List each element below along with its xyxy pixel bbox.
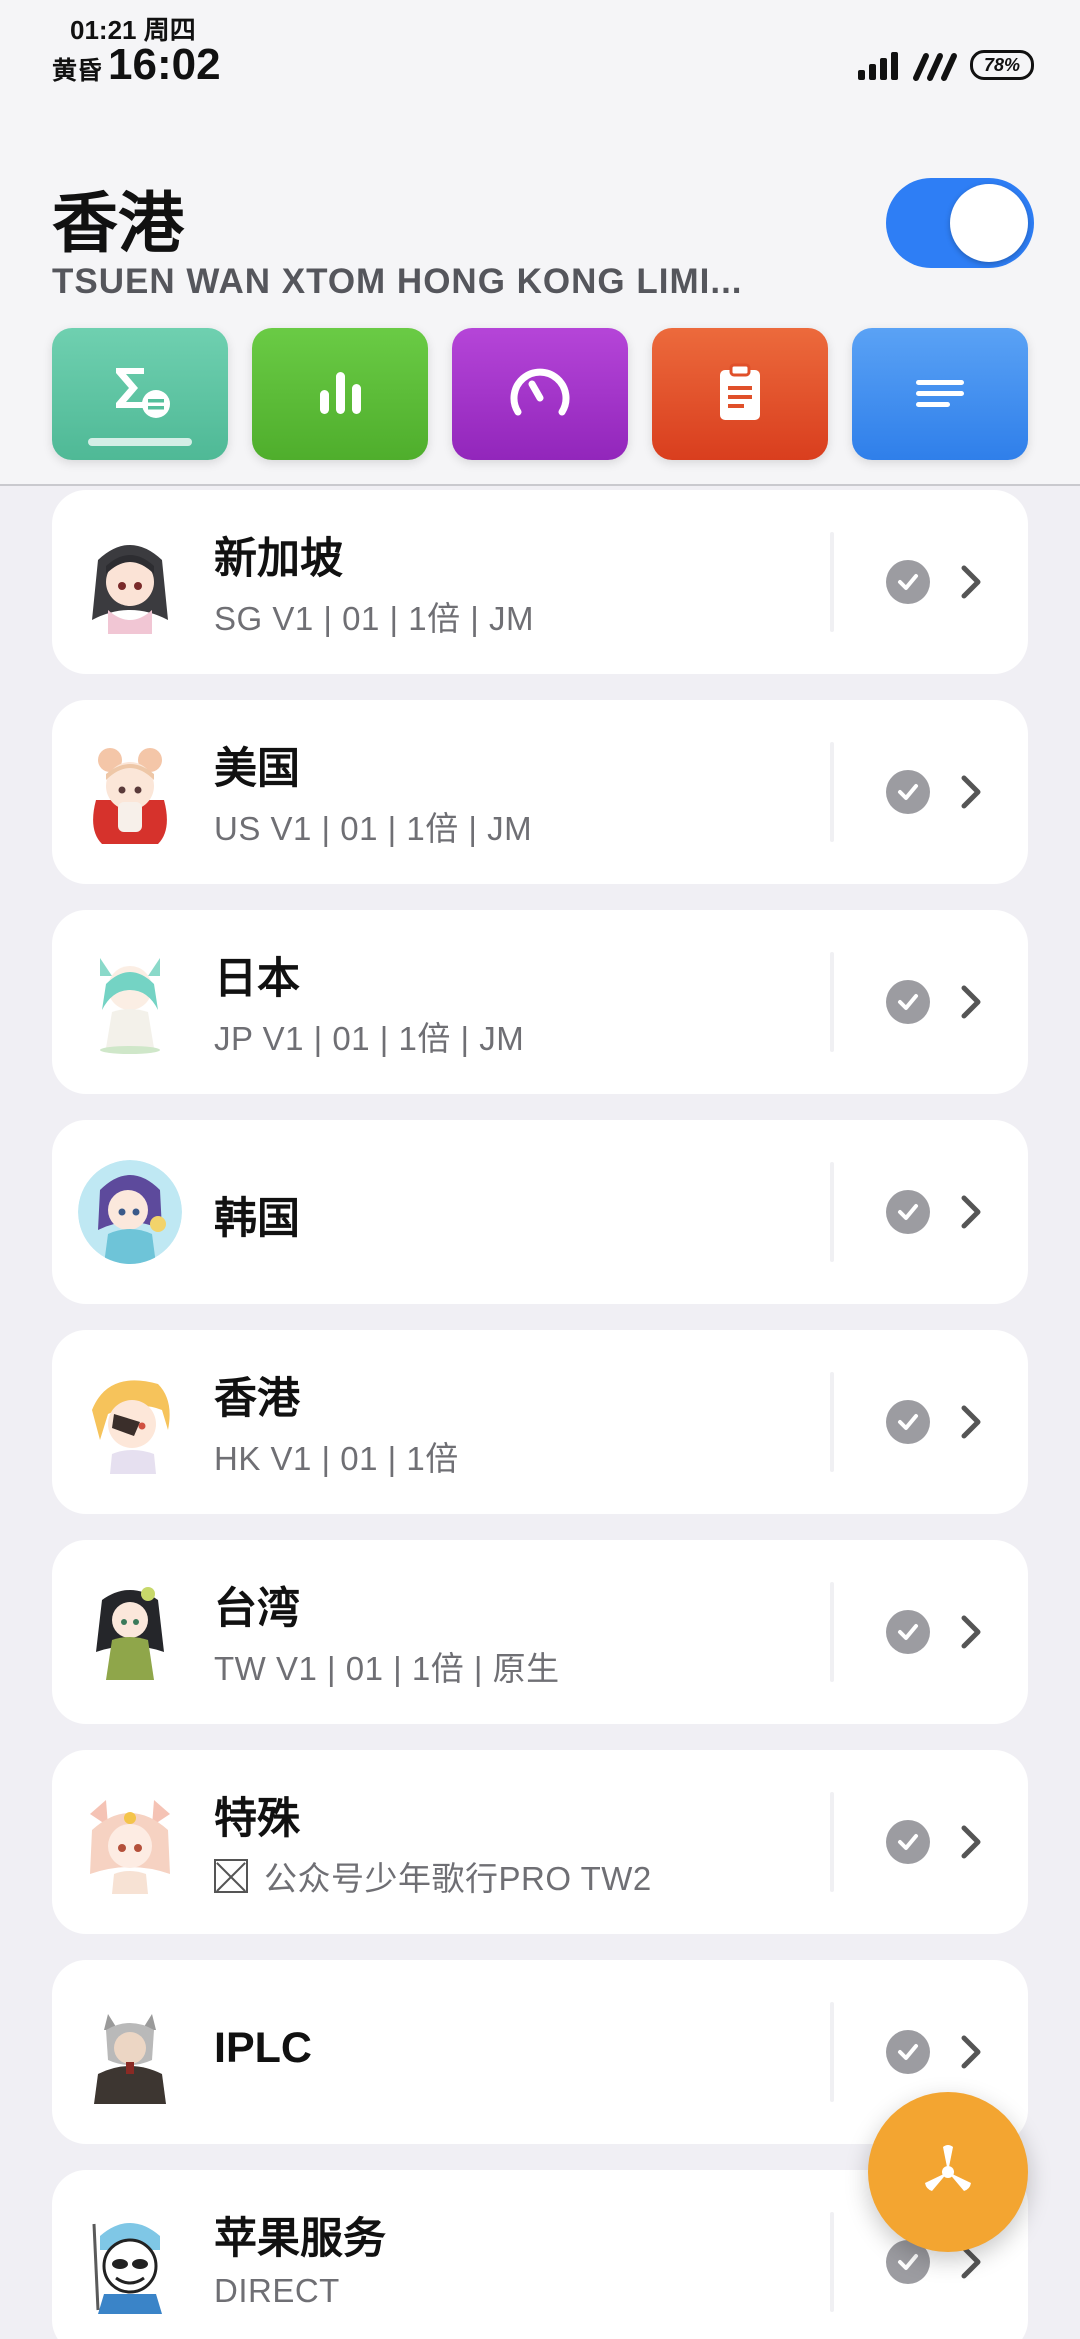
group-title: 韩国 (214, 1195, 300, 1243)
chevron-right-icon[interactable] (956, 980, 986, 1024)
cellular-signal-icon (858, 50, 898, 80)
chevron-right-icon[interactable] (956, 1400, 986, 1444)
group-title: 香港 (214, 1375, 300, 1423)
checkmark-icon[interactable] (886, 560, 930, 604)
avatar (78, 950, 182, 1054)
avatar (78, 1370, 182, 1474)
status-time-row: 黄昏 16:02 (52, 40, 221, 90)
checkmark-icon[interactable] (886, 1610, 930, 1654)
chevron-right-icon[interactable] (956, 2030, 986, 2074)
group-title: 特殊 (214, 1795, 300, 1843)
page-title: 香港 (52, 186, 184, 260)
checkmark-icon[interactable] (886, 770, 930, 814)
avatar (78, 2000, 182, 2104)
chevron-right-icon[interactable] (956, 1820, 986, 1864)
divider (830, 1372, 834, 1472)
group-subtitle-row: 公众号少年歌行PRO TW2 (214, 1852, 652, 1900)
divider (830, 2212, 834, 2312)
checkmark-icon[interactable] (886, 1400, 930, 1444)
list-item[interactable]: 韩国 (52, 1120, 1028, 1304)
list-item[interactable]: IPLC (52, 1960, 1028, 2144)
avatar (78, 1580, 182, 1684)
group-subtitle: TW V1 | 01 | 1倍 | 原生 (214, 1650, 560, 1687)
chevron-right-icon[interactable] (956, 1610, 986, 1654)
chevron-right-icon[interactable] (956, 1190, 986, 1234)
checkmark-icon[interactable] (886, 1820, 930, 1864)
app-screen: 01:21 周四 黄昏 16:02 78% 香港 TSUEN WAN XTOM … (0, 0, 1080, 2339)
group-title: 美国 (214, 745, 300, 793)
divider (830, 532, 834, 632)
avatar (78, 1160, 182, 1264)
battery-indicator: 78% (970, 50, 1034, 80)
group-title: IPLC (214, 2024, 312, 2072)
status-indicators: 78% (858, 48, 1034, 82)
divider (830, 2002, 834, 2102)
speedometer-icon (510, 368, 570, 416)
avatar (78, 1790, 182, 1894)
checkmark-icon[interactable] (886, 1190, 930, 1234)
avatar (78, 530, 182, 634)
checkmark-icon[interactable] (886, 2030, 930, 2074)
tab-speed-test[interactable] (452, 328, 628, 460)
divider (830, 1792, 834, 1892)
status-time: 16:02 (108, 40, 221, 89)
page-subtitle: TSUEN WAN XTOM HONG KONG LIMI... (52, 262, 743, 301)
group-subtitle: HK V1 | 01 | 1倍 (214, 1440, 459, 1477)
chevron-right-icon[interactable] (956, 560, 986, 604)
chevron-right-icon[interactable] (956, 770, 986, 814)
list-item[interactable]: 美国 US V1 | 01 | 1倍 | JM (52, 700, 1028, 884)
divider (830, 1582, 834, 1682)
divider (830, 1162, 834, 1262)
group-title: 日本 (214, 955, 300, 1003)
sum-icon (116, 368, 170, 418)
status-dusk-label: 黄昏 (52, 57, 103, 85)
list-item[interactable]: 日本 JP V1 | 01 | 1倍 | JM (52, 910, 1028, 1094)
tab-bar (52, 328, 1028, 460)
group-subtitle: 公众号少年歌行PRO TW2 (264, 1860, 652, 1897)
tab-selected-indicator (88, 438, 192, 446)
floating-action-button[interactable] (868, 2092, 1028, 2252)
avatar (78, 2210, 182, 2314)
group-subtitle: US V1 | 01 | 1倍 | JM (214, 810, 533, 847)
checkmark-icon[interactable] (886, 980, 930, 1024)
group-title: 苹果服务 (214, 2215, 386, 2263)
broken-image-icon (214, 1859, 248, 1893)
avatar (78, 740, 182, 844)
tab-logs[interactable] (652, 328, 828, 460)
enable-toggle[interactable] (886, 178, 1034, 268)
divider (830, 742, 834, 842)
group-title: 新加坡 (214, 535, 343, 583)
propeller-icon (925, 2145, 971, 2191)
group-subtitle: JP V1 | 01 | 1倍 | JM (214, 1020, 525, 1057)
list-item[interactable]: 新加坡 SG V1 | 01 | 1倍 | JM (52, 490, 1028, 674)
tab-statistics[interactable] (252, 328, 428, 460)
tab-menu[interactable] (852, 328, 1028, 460)
list-item[interactable]: 台湾 TW V1 | 01 | 1倍 | 原生 (52, 1540, 1028, 1724)
list-item[interactable]: 特殊 公众号少年歌行PRO TW2 (52, 1750, 1028, 1934)
group-title: 台湾 (214, 1585, 300, 1633)
group-subtitle: DIRECT (214, 2272, 340, 2309)
list-item[interactable]: 香港 HK V1 | 01 | 1倍 (52, 1330, 1028, 1514)
tab-sum[interactable] (52, 328, 228, 460)
bar-chart-icon (320, 372, 361, 414)
network-icon (913, 53, 957, 81)
group-subtitle: SG V1 | 01 | 1倍 | JM (214, 600, 534, 637)
divider (830, 952, 834, 1052)
toggle-knob (950, 184, 1028, 262)
header: 01:21 周四 黄昏 16:02 78% 香港 TSUEN WAN XTOM … (0, 0, 1080, 486)
clipboard-icon (720, 363, 760, 420)
menu-lines-icon (916, 380, 964, 407)
